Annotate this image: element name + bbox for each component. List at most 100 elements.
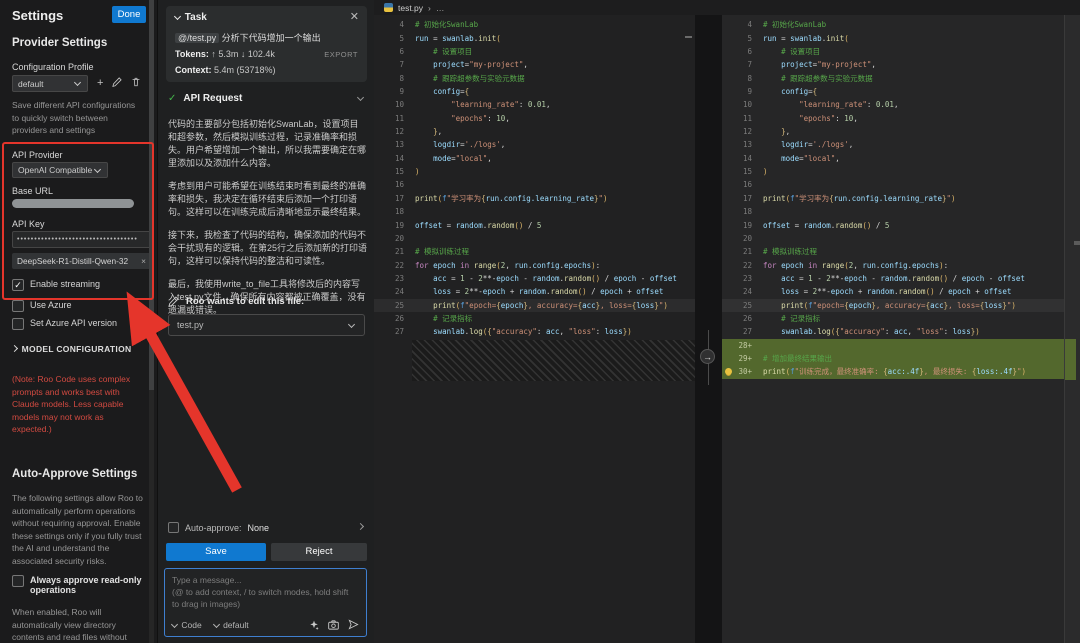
context-value: 5.4m (53718%) bbox=[214, 65, 276, 75]
base-url-field-redacted[interactable] bbox=[12, 199, 134, 208]
code-line: 5run = swanlab.init( bbox=[722, 32, 1064, 45]
code-line: 7 project="my-project", bbox=[374, 58, 695, 71]
code-line: 11 "epochs": 10, bbox=[722, 112, 1064, 125]
read-only-desc: When enabled, Roo will automatically vie… bbox=[12, 606, 143, 643]
settings-scrollbar[interactable] bbox=[149, 0, 154, 643]
code-line: 13 logdir='./logs', bbox=[722, 138, 1064, 151]
edit-profile-button[interactable] bbox=[112, 77, 122, 90]
api-provider-select[interactable]: OpenAI Compatible bbox=[12, 162, 108, 178]
add-profile-button[interactable]: + bbox=[97, 78, 103, 89]
code-line: 7 project="my-project", bbox=[722, 58, 1064, 71]
done-button[interactable]: Done bbox=[112, 6, 146, 23]
code-line: 25 print(f"epoch={epoch}, accuracy={acc}… bbox=[374, 299, 695, 312]
save-button[interactable]: Save bbox=[166, 543, 266, 561]
remove-model-icon[interactable]: × bbox=[141, 256, 146, 266]
paragraph: 代码的主要部分包括初始化SwanLab，设置项目和超参数，然后模拟训练过程，记录… bbox=[168, 118, 367, 170]
code-line: 30+print(f"训练完成，最终准确率: {acc:.4f}, 最终损失: … bbox=[722, 365, 1064, 378]
api-request-row[interactable]: ✓ API Request bbox=[168, 93, 365, 104]
task-panel: Task ✕ @/test.py 分析下代码增加一个输出 Tokens: ↑ 5… bbox=[157, 0, 374, 643]
code-line: 9 config={ bbox=[374, 85, 695, 98]
config-profile-select[interactable]: default bbox=[12, 75, 88, 92]
code-line: 18 bbox=[374, 205, 695, 218]
provider-settings-heading: Provider Settings bbox=[12, 37, 143, 49]
chevron-right-icon bbox=[11, 345, 18, 352]
code-line: 21# 模拟训练过程 bbox=[374, 245, 695, 258]
checkbox-icon bbox=[12, 575, 24, 587]
code-pane-original[interactable]: 34# 初始化SwanLab5run = swanlab.init(6 # 设置… bbox=[374, 15, 695, 643]
chevron-down-icon[interactable] bbox=[357, 94, 364, 101]
api-key-field[interactable]: ••••••••••••••••••••••••••••••••••• bbox=[12, 231, 153, 248]
checkbox-icon bbox=[12, 300, 24, 312]
use-azure-checkbox[interactable]: Use Azure bbox=[12, 300, 72, 312]
config-profile-label: Configuration Profile bbox=[12, 62, 143, 72]
camera-icon[interactable] bbox=[328, 620, 339, 630]
tokens-down: ↓ 102.4k bbox=[241, 49, 275, 59]
chevron-down-icon bbox=[348, 320, 355, 327]
code-line: 17print(f"学习率为{run.config.learning_rate}… bbox=[722, 192, 1064, 205]
code-line: 16 bbox=[374, 178, 695, 191]
added-lines-ruler-mark bbox=[1065, 339, 1076, 380]
code-line: 6 # 设置项目 bbox=[722, 45, 1064, 58]
enhance-prompt-icon[interactable] bbox=[309, 620, 319, 630]
code-line: 8 # 跟踪超参数与实验元数据 bbox=[722, 72, 1064, 85]
reject-button[interactable]: Reject bbox=[271, 543, 367, 561]
code-line: 12 }, bbox=[374, 125, 695, 138]
tokens-up: ↑ 5.3m bbox=[211, 49, 238, 59]
code-pane-modified[interactable]: 34# 初始化SwanLab5run = swanlab.init(6 # 设置… bbox=[722, 15, 1064, 643]
azure-api-version-checkbox[interactable]: Set Azure API version bbox=[12, 318, 117, 330]
settings-panel: Settings Done Provider Settings Configur… bbox=[0, 0, 157, 643]
tokens-row: Tokens: ↑ 5.3m ↓ 102.4k bbox=[175, 49, 275, 59]
profile-select[interactable]: default bbox=[214, 620, 249, 630]
code-line: 29+# 增加最终结果输出 bbox=[722, 352, 1064, 365]
code-line: 10 "learning_rate": 0.01, bbox=[374, 98, 695, 111]
auto-approve-row[interactable]: Auto-approve: None bbox=[168, 522, 365, 533]
read-only-checkbox[interactable]: Always approve read-only operations bbox=[12, 575, 142, 595]
model-warning-note: (Note: Roo Code uses complex prompts and… bbox=[12, 373, 143, 436]
model-configuration-toggle[interactable]: MODEL CONFIGURATION bbox=[12, 344, 131, 354]
code-line: 6 # 设置项目 bbox=[374, 45, 695, 58]
code-line: 11 "epochs": 10, bbox=[374, 112, 695, 125]
code-line: 23 acc = 1 - 2**-epoch - random.random()… bbox=[374, 272, 695, 285]
check-icon: ✓ bbox=[168, 93, 176, 104]
chevron-down-icon bbox=[171, 621, 178, 628]
chevron-right-icon[interactable] bbox=[357, 523, 364, 530]
close-task-icon[interactable]: ✕ bbox=[350, 10, 359, 23]
code-line: 17print(f"学习率为{run.config.learning_rate}… bbox=[374, 192, 695, 205]
code-line: 16 bbox=[722, 178, 1064, 191]
paragraph: 考虑到用户可能希望在训练结束时看到最终的准确率和损失，我决定在循环结束后添加一个… bbox=[168, 180, 367, 219]
code-line: 20 bbox=[722, 232, 1064, 245]
paragraph: 接下来，我检查了代码的结构，确保添加的代码不会干扰现有的逻辑。在第25行之后添加… bbox=[168, 229, 367, 268]
code-line: 28+ bbox=[722, 339, 1064, 352]
api-provider-label: API Provider bbox=[12, 150, 143, 160]
code-line: 10 "learning_rate": 0.01, bbox=[722, 98, 1064, 111]
code-line: 25 print(f"epoch={epoch}, accuracy={acc}… bbox=[722, 299, 1064, 312]
app-window: Settings Done Provider Settings Configur… bbox=[0, 0, 1080, 643]
breadcrumb[interactable]: test.py › … bbox=[374, 0, 1080, 15]
delete-profile-button[interactable] bbox=[131, 77, 141, 90]
edit-file-select[interactable]: test.py bbox=[168, 314, 365, 336]
edit-file-row: Roo wants to edit this file: bbox=[168, 296, 304, 307]
code-line: 13 logdir='./logs', bbox=[374, 138, 695, 151]
scrollbar-thumb[interactable] bbox=[1074, 241, 1080, 245]
code-line: 24 loss = 2**-epoch + random.random() / … bbox=[374, 285, 695, 298]
send-icon[interactable] bbox=[348, 619, 359, 630]
code-line: 27 swanlab.log({"accuracy": acc, "loss":… bbox=[374, 325, 695, 338]
code-line: 22for epoch in range(2, run.config.epoch… bbox=[722, 259, 1064, 272]
api-key-label: API Key bbox=[12, 219, 143, 229]
scrollbar-thumb[interactable] bbox=[149, 0, 154, 390]
enable-streaming-checkbox[interactable]: ✓ Enable streaming bbox=[12, 279, 100, 291]
model-chip[interactable]: DeepSeek-R1-Distill-Qwen-32 × bbox=[12, 253, 151, 269]
message-input[interactable]: Type a message... (@ to add context, / t… bbox=[164, 568, 367, 637]
pencil-icon bbox=[168, 296, 179, 307]
mode-select[interactable]: Code bbox=[172, 620, 202, 630]
code-line: 21# 模拟训练过程 bbox=[722, 245, 1064, 258]
task-header[interactable]: Task bbox=[175, 12, 207, 23]
code-line: 15) bbox=[722, 165, 1064, 178]
export-button[interactable]: EXPORT bbox=[324, 50, 358, 59]
code-line: 19offset = random.random() / 5 bbox=[722, 219, 1064, 232]
checkbox-icon[interactable] bbox=[168, 522, 179, 533]
file-mention-chip[interactable]: @/test.py bbox=[175, 33, 219, 43]
overview-ruler[interactable] bbox=[1064, 15, 1080, 643]
code-line: 12 }, bbox=[722, 125, 1064, 138]
diff-merge-arrow-button[interactable]: → bbox=[700, 349, 715, 364]
